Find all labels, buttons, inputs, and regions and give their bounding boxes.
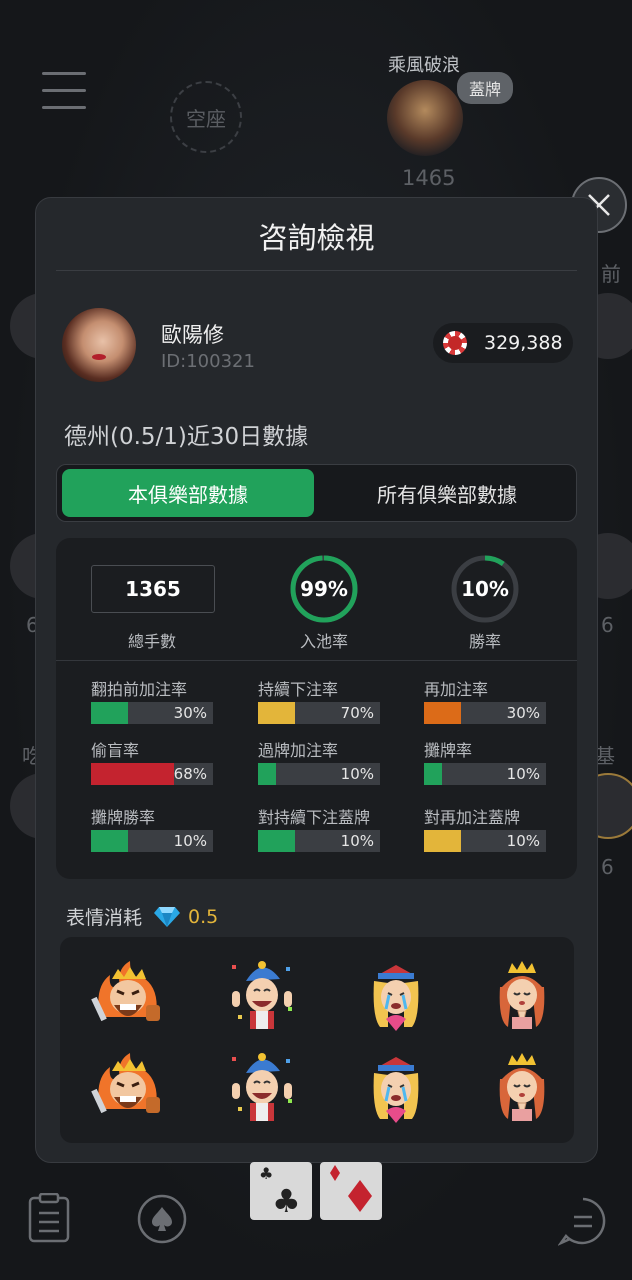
stat-bar-label: 對再加注蓋牌 (424, 808, 521, 827)
stat-bar-label: 偷盲率 (91, 741, 140, 760)
total-hands-value: 1365 (91, 565, 215, 613)
svg-text:♣: ♣ (259, 1164, 273, 1183)
jester-cheer-emote-icon[interactable] (224, 957, 300, 1033)
chat-icon[interactable] (558, 1196, 608, 1246)
chip-balance: 329,388 (433, 323, 573, 363)
stat-bar-fill (258, 830, 295, 852)
hole-card-clubs: ♣ ♣ (250, 1162, 312, 1220)
stat-bar-label: 過牌加注率 (258, 741, 339, 760)
win-rate-ring: 10% (450, 554, 520, 624)
stat-bar: 10% (424, 763, 546, 785)
stat-bar: 10% (424, 830, 546, 852)
stat-bar-item: 對持續下注蓋牌 10% (258, 804, 382, 852)
stat-bar-label: 再加注率 (424, 680, 489, 699)
divider (56, 270, 577, 271)
side-player-chips: 6 (601, 855, 614, 879)
stat-bar-value: 10% (173, 832, 207, 850)
stat-bar-value: 10% (506, 765, 540, 783)
divider (56, 660, 577, 661)
chip-amount: 329,388 (484, 332, 563, 354)
clipboard-icon[interactable] (28, 1193, 70, 1243)
side-player-name: 基 (595, 744, 615, 768)
vpip-value: 99% (300, 577, 348, 601)
total-hands-label: 總手數 (127, 632, 176, 651)
stat-bar-fill (424, 763, 443, 785)
angry-king-emote-icon[interactable] (90, 1049, 166, 1125)
stat-bar: 70% (258, 702, 380, 724)
stats-heading: 德州(0.5/1)近30日數據 (64, 424, 309, 450)
stat-bar-label: 翻拍前加注率 (91, 680, 188, 699)
stat-bar-value: 30% (506, 704, 540, 722)
stat-bar-item: 對再加注蓋牌 10% (424, 804, 548, 852)
stat-bar-fill (91, 763, 174, 785)
stats-tabs: 本俱樂部數據 所有俱樂部數據 (56, 464, 577, 522)
stat-bar-fill (424, 830, 461, 852)
diamond-icon (154, 906, 181, 927)
player-info-modal: 咨詢檢視 歐陽修 ID:100321 329,388 德州(0.5/1)近30日… (35, 197, 598, 1163)
stat-bar-value: 10% (340, 765, 374, 783)
stat-bar-value: 10% (506, 832, 540, 850)
stat-bar-label: 攤牌勝率 (91, 808, 156, 827)
tab-this-club[interactable]: 本俱樂部數據 (62, 469, 314, 517)
stat-bar-item: 持續下注率 70% (258, 676, 382, 724)
vpip-label: 入池率 (299, 632, 348, 651)
stat-bar-item: 偷盲率 68% (91, 737, 215, 785)
emote-heading: 表情消耗 0.5 (66, 903, 218, 930)
stat-bar-value: 70% (340, 704, 374, 722)
spade-button-icon[interactable] (137, 1194, 187, 1244)
crying-queen-emote-icon[interactable] (358, 957, 434, 1033)
emote-cost: 0.5 (188, 905, 219, 928)
modal-title: 咨詢檢視 (258, 221, 375, 255)
emote-panel (60, 937, 574, 1143)
stat-bar-item: 再加注率 30% (424, 676, 548, 724)
stat-bar: 30% (91, 702, 213, 724)
win-rate-value: 10% (461, 577, 509, 601)
stat-bar-fill (424, 702, 461, 724)
menu-icon[interactable] (42, 72, 86, 110)
top-player-avatar[interactable] (387, 80, 463, 156)
top-player-name: 乘風破浪 (388, 55, 460, 76)
top-player-chips: 1465 (402, 166, 456, 190)
stat-bar: 30% (424, 702, 546, 724)
stat-bar-fill (91, 830, 128, 852)
stat-bar: 10% (91, 830, 213, 852)
player-avatar (62, 308, 136, 382)
stat-bar-value: 30% (173, 704, 207, 722)
stat-bar-label: 攤牌率 (424, 741, 473, 760)
stat-bar-value: 10% (340, 832, 374, 850)
svg-text:♣: ♣ (272, 1182, 301, 1220)
stat-bar-fill (91, 702, 128, 724)
stat-bar: 10% (258, 830, 380, 852)
stat-bar-fill (258, 763, 277, 785)
praying-princess-emote-icon[interactable] (484, 957, 560, 1033)
praying-princess-emote-icon[interactable] (484, 1049, 560, 1125)
jester-cheer-emote-icon[interactable] (224, 1049, 300, 1125)
stat-bar-item: 翻拍前加注率 30% (91, 676, 215, 724)
stats-card: 1365 總手數 99% 入池率 10% 勝率 翻拍前加注率 30% 持續下注率 70… (56, 538, 577, 879)
stat-bar-item: 過牌加注率 10% (258, 737, 382, 785)
stat-bar-label: 對持續下注蓋牌 (258, 808, 371, 827)
angry-king-emote-icon[interactable] (90, 957, 166, 1033)
hole-card-diamonds (320, 1162, 382, 1220)
tab-all-clubs[interactable]: 所有俱樂部數據 (321, 469, 573, 517)
stat-bar-item: 攤牌率 10% (424, 737, 548, 785)
emote-heading-label: 表情消耗 (66, 907, 143, 929)
player-name: 歐陽修 (161, 323, 224, 347)
stat-bar-value: 68% (173, 765, 207, 783)
empty-seat[interactable]: 空座 (170, 81, 242, 153)
stat-bar-item: 攤牌勝率 10% (91, 804, 215, 852)
crying-queen-emote-icon[interactable] (358, 1049, 434, 1125)
stat-bar-fill (258, 702, 295, 724)
vpip-ring: 99% (289, 554, 359, 624)
stat-bar: 68% (91, 763, 213, 785)
stat-bar: 10% (258, 763, 380, 785)
side-player-chips: 6 (601, 613, 614, 637)
player-id: ID:100321 (161, 351, 255, 372)
stat-bar-label: 持續下注率 (258, 680, 339, 699)
win-rate-label: 勝率 (468, 632, 501, 651)
side-player-name: 前 (601, 262, 621, 286)
fold-badge: 蓋牌 (457, 72, 514, 104)
poker-chip-icon (443, 331, 467, 355)
